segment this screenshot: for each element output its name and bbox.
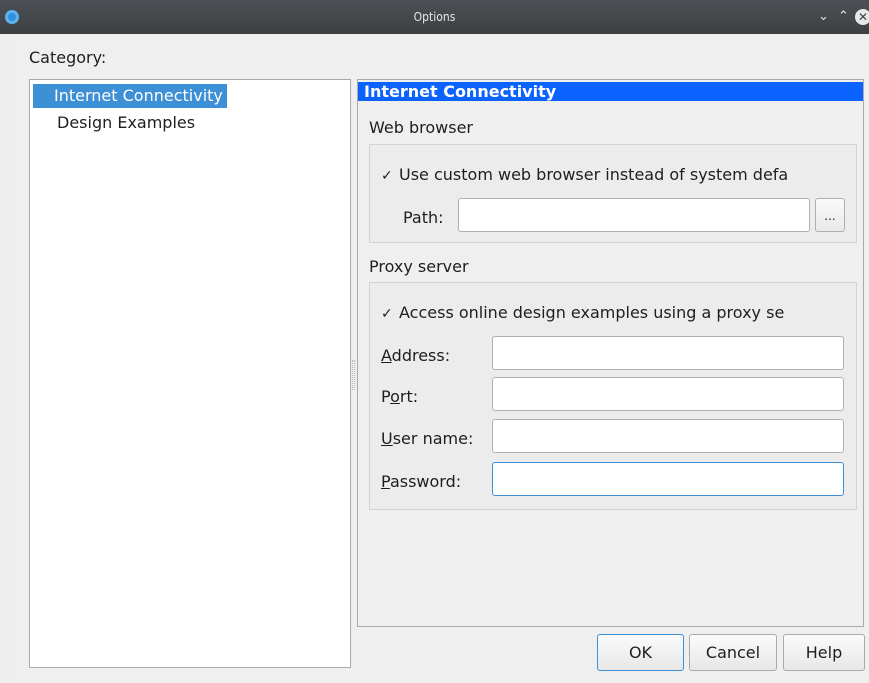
password-label: Password: (381, 472, 462, 491)
panel-header: Internet Connectivity (358, 82, 863, 101)
checkbox-check-icon: ✓ (381, 306, 393, 322)
category-item-design-examples[interactable]: Design Examples (33, 111, 199, 135)
password-input[interactable] (492, 462, 844, 496)
maximize-icon[interactable]: ⌃ (838, 9, 849, 25)
path-input[interactable] (458, 198, 810, 232)
settings-panel: Internet Connectivity Web browser ✓ Use c… (357, 79, 864, 627)
minimize-icon[interactable]: ⌄ (818, 9, 829, 25)
port-input[interactable] (492, 377, 844, 411)
custom-browser-checkbox-label: Use custom web browser instead of system… (399, 165, 789, 184)
close-icon[interactable]: ✕ (855, 9, 869, 25)
web-browser-section-title: Web browser (369, 118, 473, 137)
address-input[interactable] (492, 336, 844, 370)
window-title: Options (413, 10, 456, 24)
proxy-section-title: Proxy server (369, 257, 469, 276)
splitter-handle[interactable] (352, 360, 355, 390)
proxy-group: ✓ Access online design examples using a p… (369, 282, 857, 510)
port-label: Port: (381, 387, 419, 406)
window-left-edge (0, 34, 10, 683)
category-list[interactable]: Internet Connectivity Design Examples (29, 79, 351, 668)
help-button[interactable]: Help (783, 634, 865, 671)
cancel-button[interactable]: Cancel (689, 634, 777, 671)
user-name-label: User name: (381, 429, 474, 448)
proxy-checkbox[interactable]: ✓ Access online design examples using a p… (381, 303, 846, 322)
category-item-internet-connectivity[interactable]: Internet Connectivity (33, 84, 227, 108)
category-label: Category: (29, 48, 107, 67)
address-label: Address: (381, 346, 451, 365)
title-bar: Options ⌄ ⌃ ✕ (0, 0, 869, 34)
web-browser-group: ✓ Use custom web browser instead of syste… (369, 144, 857, 243)
proxy-checkbox-label: Access online design examples using a pr… (399, 303, 785, 322)
checkbox-check-icon: ✓ (381, 168, 393, 184)
path-label: Path: (403, 208, 444, 227)
custom-browser-checkbox[interactable]: ✓ Use custom web browser instead of syste… (381, 165, 846, 184)
browse-button[interactable]: ... (815, 198, 845, 232)
user-name-input[interactable] (492, 419, 844, 453)
ok-button[interactable]: OK (597, 634, 684, 671)
